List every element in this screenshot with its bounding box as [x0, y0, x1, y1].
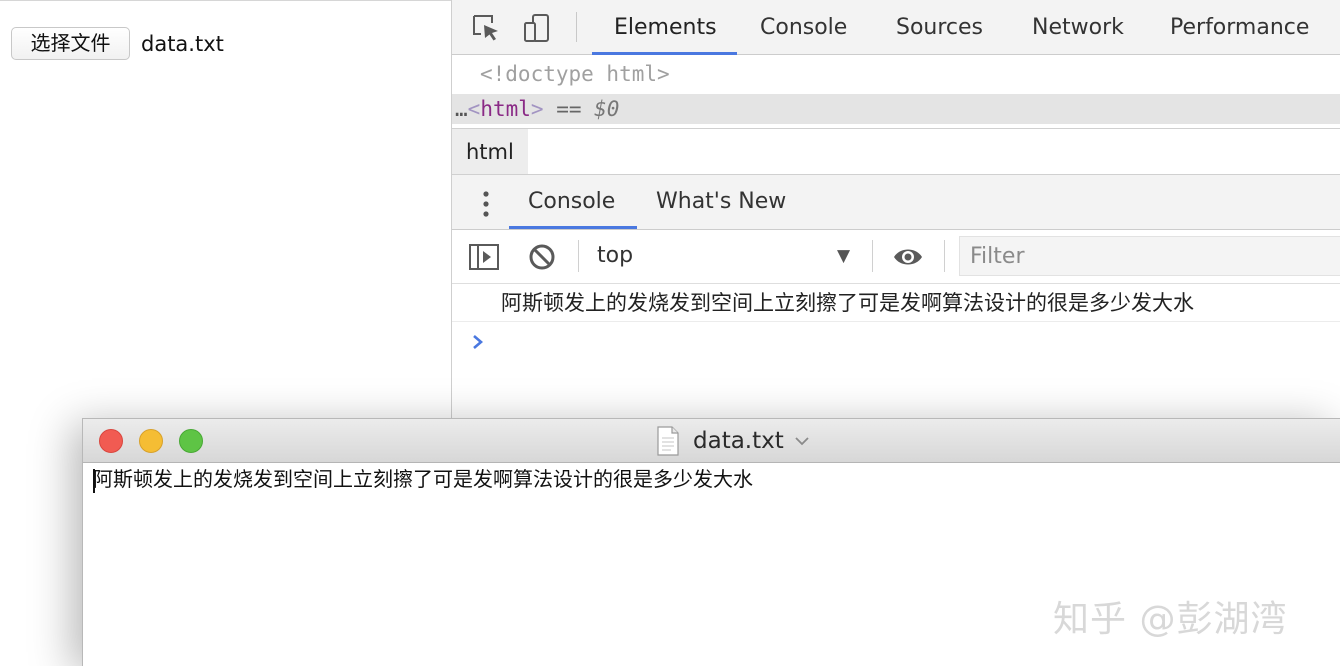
- inspect-element-icon[interactable]: [470, 12, 502, 44]
- live-expression-eye-icon[interactable]: [892, 241, 924, 273]
- filter-input[interactable]: Filter: [959, 236, 1340, 276]
- html-node-selected[interactable]: …<html> == $0: [452, 94, 1340, 124]
- title-chevron-down-icon[interactable]: [794, 436, 810, 446]
- watermark: 知乎 @彭湖湾: [1053, 599, 1288, 640]
- drawer-active-tab-indicator: [509, 226, 637, 229]
- drawer-tab-console[interactable]: Console: [528, 175, 615, 230]
- console-log-message: 阿斯顿发上的发烧发到空间上立刻擦了可是发啊算法设计的很是多少发大水: [501, 291, 1194, 315]
- tag-open-bracket: <: [467, 97, 481, 121]
- elements-tree: <!doctype html> …<html> == $0: [452, 56, 1340, 128]
- tag-name: html: [480, 97, 531, 121]
- active-tab-indicator: [592, 52, 737, 55]
- tag-close-bracket: >: [530, 97, 544, 121]
- filter-placeholder: Filter: [970, 244, 1025, 269]
- more-options-icon[interactable]: [480, 189, 492, 219]
- clear-console-icon[interactable]: [526, 241, 558, 273]
- context-dropdown-arrow-icon[interactable]: ▼: [837, 246, 850, 266]
- devtools-toolbar: Elements Console Sources Network Perform…: [452, 0, 1340, 55]
- zoom-window-button[interactable]: [179, 429, 203, 453]
- document-text[interactable]: 阿斯顿发上的发烧发到空间上立刻擦了可是发啊算法设计的很是多少发大水: [93, 465, 753, 493]
- drawer-tab-whats-new[interactable]: What's New: [656, 175, 786, 230]
- selected-equals: ==: [543, 97, 595, 121]
- tab-network[interactable]: Network: [1032, 0, 1124, 55]
- device-toolbar-icon[interactable]: [522, 12, 554, 44]
- console-log-line: 阿斯顿发上的发烧发到空间上立刻擦了可是发啊算法设计的很是多少发大水: [452, 284, 1340, 322]
- tab-elements[interactable]: Elements: [614, 0, 717, 55]
- window-titlebar[interactable]: data.txt: [83, 419, 1340, 463]
- window-title: data.txt: [693, 428, 784, 454]
- tab-performance[interactable]: Performance: [1170, 0, 1309, 55]
- choose-file-button[interactable]: 选择文件: [11, 27, 130, 60]
- console-toolbar: top ▼ Filter: [452, 230, 1340, 284]
- drawer-tabbar: Console What's New: [452, 175, 1340, 230]
- close-window-button[interactable]: [99, 429, 123, 453]
- chosen-file-name: data.txt: [141, 32, 224, 56]
- console-prompt-chevron-icon[interactable]: [468, 330, 488, 354]
- minimize-window-button[interactable]: [139, 429, 163, 453]
- toolbar-separator: [576, 12, 577, 42]
- breadcrumb: html: [452, 128, 1340, 175]
- doctype-node[interactable]: <!doctype html>: [480, 62, 670, 86]
- node-ellipsis: …: [455, 97, 468, 121]
- sidebar-toggle-icon[interactable]: [468, 241, 500, 273]
- console-toolbar-separator: [578, 240, 579, 272]
- page-top-border: [0, 0, 451, 1]
- selected-var: $0: [594, 97, 620, 121]
- tab-console[interactable]: Console: [760, 0, 847, 55]
- document-icon: [657, 426, 679, 456]
- console-toolbar-separator: [872, 240, 873, 272]
- execution-context-select[interactable]: top: [597, 240, 633, 272]
- breadcrumb-item-html[interactable]: html: [452, 129, 528, 174]
- tab-sources[interactable]: Sources: [896, 0, 983, 55]
- console-toolbar-separator: [944, 240, 945, 272]
